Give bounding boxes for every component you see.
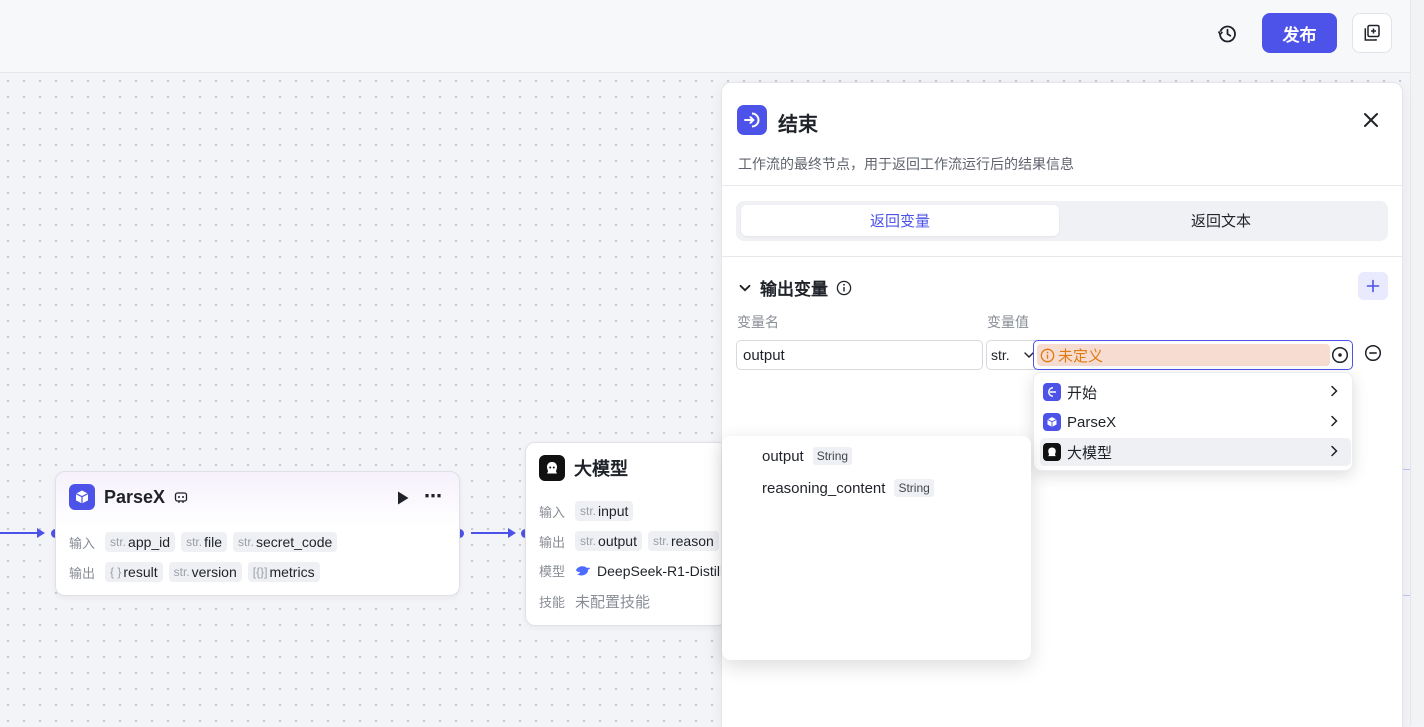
type-value: str. <box>991 347 1010 363</box>
input-tag: str. input <box>575 501 634 521</box>
output-tag: str. version <box>168 562 242 582</box>
output-label: 输出 <box>539 534 566 550</box>
parsex-node[interactable]: ParseX ⋯ 输入 str. app_id str. file str. secr… <box>55 471 460 596</box>
warning-text: 未定义 <box>1058 347 1104 365</box>
variable-value-selector[interactable]: 未定义 <box>1033 340 1353 370</box>
variable-submenu: output String reasoning_content String <box>722 436 1031 660</box>
output-tag: { } result <box>105 562 163 582</box>
warning-info-icon <box>1040 348 1055 362</box>
copy-icon[interactable] <box>1352 13 1392 53</box>
output-label: 输出 <box>69 565 96 581</box>
variable-type-badge: String <box>812 447 853 465</box>
divider <box>722 256 1402 257</box>
node-inputs-row: 输入 str. input <box>539 501 634 521</box>
remove-variable-button[interactable] <box>1364 344 1382 367</box>
cube-icon <box>69 484 95 510</box>
node-source-menu: 开始 ParseX 大模型 <box>1033 372 1353 471</box>
scrollbar[interactable] <box>1410 0 1424 726</box>
menu-item-llm[interactable]: 大模型 <box>1040 438 1351 466</box>
column-label-value: 变量值 <box>987 314 1029 330</box>
output-tag: [{}] metrics <box>247 562 320 582</box>
llm-icon <box>539 455 565 481</box>
menu-item-label: 开始 <box>1067 384 1098 402</box>
column-label-name: 变量名 <box>737 314 779 330</box>
variable-type-badge: String <box>894 479 934 497</box>
plugin-badge-icon <box>174 492 188 503</box>
menu-item-start[interactable]: 开始 <box>1040 378 1351 406</box>
add-variable-button[interactable] <box>1358 272 1388 300</box>
info-icon[interactable] <box>836 280 852 296</box>
output-tag: str. reason <box>647 531 719 551</box>
node-title: ParseX <box>104 486 166 507</box>
section-title: 输出变量 <box>760 280 828 299</box>
variable-name-input[interactable] <box>736 340 983 370</box>
whale-icon <box>576 565 591 575</box>
cube-icon <box>1043 413 1061 431</box>
variable-option-reasoning-content[interactable]: reasoning_content String <box>762 479 934 497</box>
variable-picker-icon[interactable] <box>1331 346 1349 369</box>
input-tag: str. secret_code <box>233 532 338 552</box>
tab-return-text[interactable]: 返回文本 <box>1062 205 1380 236</box>
node-outputs-row: 输出 str. output str. reason <box>539 531 719 551</box>
input-label: 输入 <box>539 504 566 520</box>
minus-circle-icon <box>1364 344 1382 362</box>
panel-title: 结束 <box>778 114 818 136</box>
chevron-right-icon <box>1331 445 1338 457</box>
divider <box>722 185 1402 186</box>
node-outputs-row: 输出 { } result str. version [{}] metrics <box>69 562 320 582</box>
model-label: 模型 <box>539 564 566 579</box>
model-name: DeepSeek-R1-Distill <box>597 562 724 579</box>
variable-option-name: output <box>762 447 804 465</box>
output-section-header[interactable]: 输出变量 <box>738 275 852 300</box>
skill-value: 未配置技能 <box>575 594 651 611</box>
variable-option-name: reasoning_content <box>762 479 886 497</box>
llm-icon <box>1043 443 1061 461</box>
chevron-right-icon <box>1331 415 1338 427</box>
input-tag: str. file <box>181 532 227 552</box>
top-toolbar: 发布 <box>0 0 1410 73</box>
skill-label: 技能 <box>539 595 566 610</box>
edge-parsex-llm <box>471 532 509 534</box>
chevron-right-icon <box>1331 385 1338 397</box>
menu-item-parsex[interactable]: ParseX <box>1040 408 1351 436</box>
output-tag: str. output <box>575 531 642 551</box>
node-skill-row: 技能 未配置技能 <box>539 591 650 612</box>
more-icon[interactable]: ⋯ <box>424 486 443 507</box>
menu-item-label: 大模型 <box>1067 444 1113 462</box>
variable-type-select[interactable]: str. <box>986 340 1040 370</box>
node-model-row: 模型 DeepSeek-R1-Distill <box>539 561 723 580</box>
edge-incoming <box>0 532 38 534</box>
publish-button[interactable]: 发布 <box>1262 13 1337 53</box>
variable-option-output[interactable]: output String <box>762 447 853 465</box>
end-node-icon <box>737 105 767 135</box>
llm-node[interactable]: 大模型 输入 str. input 输出 str. output str. reaso… <box>525 442 727 626</box>
undefined-warning: 未定义 <box>1037 344 1330 366</box>
panel-description: 工作流的最终节点，用于返回工作流运行后的结果信息 <box>738 156 1074 172</box>
return-mode-tabs: 返回变量 返回文本 <box>736 201 1388 241</box>
input-label: 输入 <box>69 535 96 551</box>
plus-icon <box>1366 279 1380 293</box>
menu-item-label: ParseX <box>1067 413 1117 431</box>
chevron-down-icon[interactable] <box>738 281 752 295</box>
edge-arrow <box>37 528 45 538</box>
node-inputs-row: 输入 str. app_id str. file str. secret_code <box>69 532 338 552</box>
edge-arrow <box>508 528 516 538</box>
start-node-icon <box>1043 383 1061 401</box>
input-tag: str. app_id <box>105 532 176 552</box>
node-title: 大模型 <box>574 459 628 479</box>
run-icon[interactable] <box>396 490 410 511</box>
close-icon[interactable] <box>1360 109 1382 131</box>
tab-return-variables[interactable]: 返回变量 <box>741 205 1059 236</box>
history-icon[interactable] <box>1212 19 1242 49</box>
